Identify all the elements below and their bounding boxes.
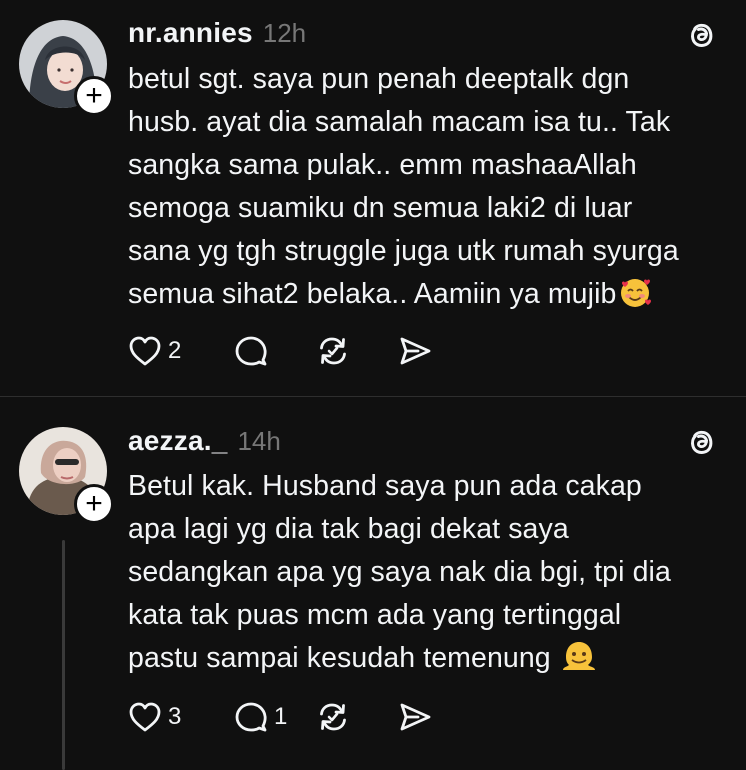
like-count: 2 bbox=[168, 337, 182, 364]
thread-connector-line bbox=[62, 540, 65, 770]
comment-icon bbox=[235, 702, 267, 732]
heart-icon bbox=[129, 336, 161, 366]
post-text: betul sgt. saya pun penah deeptalk dgn h… bbox=[128, 63, 679, 310]
username[interactable]: aezza._ bbox=[128, 425, 227, 457]
action-bar: 3 1 bbox=[128, 697, 432, 737]
timestamp: 12h bbox=[262, 18, 307, 48]
like-button[interactable]: 3 bbox=[128, 697, 194, 737]
melting-face-icon bbox=[561, 639, 597, 686]
heart-icon bbox=[129, 702, 161, 732]
repost-button[interactable] bbox=[316, 331, 350, 371]
share-button[interactable] bbox=[398, 331, 432, 371]
username[interactable]: nr.annies bbox=[128, 17, 253, 49]
threads-logo-icon[interactable] bbox=[684, 425, 718, 459]
repost-icon bbox=[320, 337, 346, 365]
thread-post: + aezza._ 14h Betul kak. Husband saya pu… bbox=[0, 397, 746, 770]
repost-button[interactable] bbox=[316, 697, 350, 737]
reply-button[interactable]: 1 bbox=[234, 697, 300, 737]
follow-button[interactable]: + bbox=[74, 76, 114, 116]
reply-button[interactable] bbox=[234, 331, 274, 371]
post-header: aezza._ 14h bbox=[128, 425, 281, 457]
share-icon bbox=[400, 337, 431, 365]
reply-count: 1 bbox=[274, 703, 288, 730]
smiling-face-with-hearts-icon bbox=[618, 275, 652, 322]
threads-logo-icon[interactable] bbox=[684, 18, 718, 52]
comment-icon bbox=[235, 336, 267, 366]
like-button[interactable]: 2 bbox=[128, 331, 194, 371]
action-bar: 2 bbox=[128, 331, 432, 371]
timestamp: 14h bbox=[237, 426, 281, 456]
post-body: betul sgt. saya pun penah deeptalk dgn h… bbox=[128, 58, 728, 322]
thread-post: + nr.annies 12h betul sgt. saya pun pena… bbox=[0, 0, 746, 396]
follow-button[interactable]: + bbox=[74, 484, 114, 524]
like-count: 3 bbox=[168, 703, 182, 730]
post-body: Betul kak. Husband saya pun ada cakap ap… bbox=[128, 465, 728, 686]
share-button[interactable] bbox=[398, 697, 432, 737]
repost-icon bbox=[320, 703, 346, 731]
share-icon bbox=[400, 703, 431, 731]
post-header: nr.annies 12h bbox=[128, 17, 306, 49]
